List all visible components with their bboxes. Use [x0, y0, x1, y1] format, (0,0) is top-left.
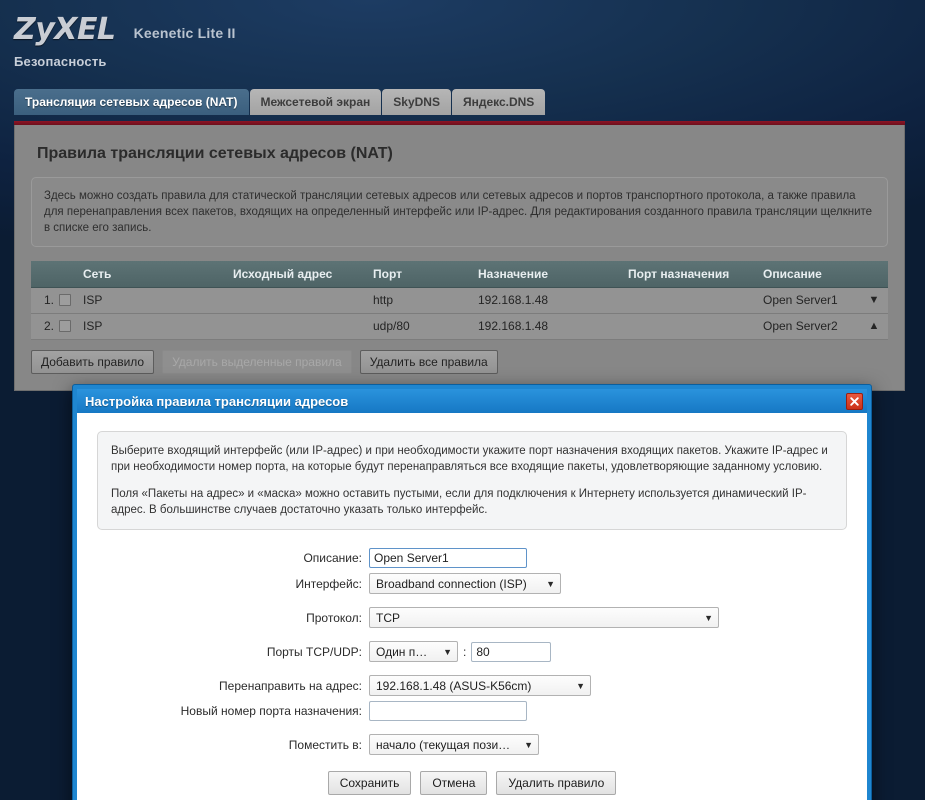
port-number-input[interactable] — [471, 641, 552, 662]
row-index-cell: 1. — [31, 287, 77, 314]
move-up-icon[interactable]: ▲ — [860, 313, 888, 340]
protocol-value: TCP — [376, 610, 400, 625]
interface-value: Broadband connection (ISP) — [376, 576, 527, 591]
nat-rule-form: Описание: Интерфейс: Broadband connectio… — [97, 548, 847, 795]
page-title: Безопасность — [14, 54, 107, 69]
th-port: Порт — [367, 261, 472, 288]
save-button[interactable]: Сохранить — [327, 771, 412, 795]
row-index-cell: 2. — [31, 313, 77, 340]
nat-rule-dialog: Настройка правила трансляции адресов Выб… — [72, 384, 872, 800]
interface-select[interactable]: Broadband connection (ISP) ▼ — [369, 573, 561, 594]
chevron-down-icon: ▼ — [524, 739, 533, 750]
row-network: ISP — [77, 313, 227, 340]
description-label: Описание: — [303, 551, 362, 565]
dialog-info-text: Выберите входящий интерфейс (или IP-адре… — [97, 431, 847, 530]
field-row-redirect: Перенаправить на адрес: 192.168.1.48 (AS… — [97, 675, 847, 696]
field-row-newport: Новый номер порта назначения: — [97, 701, 847, 721]
add-rule-button[interactable]: Добавить правило — [31, 349, 155, 374]
row-destination: 192.168.1.48 — [472, 313, 622, 340]
field-row-ports: Порты TCP/UDP: Один порт ▼ : — [97, 641, 847, 662]
th-description: Описание — [757, 261, 860, 288]
field-row-description: Описание: — [97, 548, 847, 568]
field-row-interface: Интерфейс: Broadband connection (ISP) ▼ — [97, 573, 847, 594]
app-header: ZyXEL Keenetic Lite II — [0, 0, 925, 52]
tab-underline — [14, 121, 905, 125]
th-source: Исходный адрес — [227, 261, 367, 288]
zyxel-logo: ZyXEL — [14, 12, 116, 47]
row-index: 1. — [43, 293, 54, 307]
field-row-protocol: Протокол: TCP ▼ — [97, 607, 847, 628]
row-description: Open Server1 — [757, 287, 860, 314]
tab-firewall[interactable]: Межсетевой экран — [249, 89, 382, 115]
table-row[interactable]: 2. ISP udp/80 192.168.1.48 Open Server2 … — [31, 313, 888, 340]
tab-skydns[interactable]: SkyDNS — [382, 89, 451, 115]
nat-rules-table: Сеть Исходный адрес Порт Назначение Порт… — [31, 261, 888, 340]
chevron-down-icon: ▼ — [546, 578, 555, 589]
row-port: http — [367, 287, 472, 314]
row-port: udp/80 — [367, 313, 472, 340]
place-select[interactable]: начало (текущая позиция) ▼ — [369, 734, 539, 755]
place-value: начало (текущая позиция) — [376, 737, 515, 752]
tab-bar: Трансляция сетевых адресов (NAT) Межсете… — [14, 89, 925, 115]
table-row[interactable]: 1. ISP http 192.168.1.48 Open Server1 ▼ — [31, 287, 888, 314]
panel-actions: Добавить правило Удалить выделенные прав… — [31, 349, 888, 374]
th-destination: Назначение — [472, 261, 622, 288]
description-input[interactable] — [369, 548, 527, 568]
cancel-button[interactable]: Отмена — [420, 771, 488, 795]
delete-all-rules-button[interactable]: Удалить все правила — [359, 349, 498, 374]
row-checkbox[interactable] — [59, 294, 71, 306]
table-header: Сеть Исходный адрес Порт Назначение Порт… — [31, 261, 888, 288]
nat-panel: Правила трансляции сетевых адресов (NAT)… — [14, 125, 905, 391]
dialog-actions: Сохранить Отмена Удалить правило — [97, 771, 847, 795]
port-type-value: Один порт — [376, 644, 434, 659]
panel-title: Правила трансляции сетевых адресов (NAT) — [37, 145, 393, 162]
redirect-address-select[interactable]: 192.168.1.48 (ASUS-K56cm) ▼ — [369, 675, 591, 696]
dialog-body: Выберите входящий интерфейс (или IP-адре… — [77, 413, 867, 800]
redirect-address-value: 192.168.1.48 (ASUS-K56cm) — [376, 678, 532, 693]
ports-separator: : — [463, 644, 467, 659]
chevron-down-icon: ▼ — [443, 646, 452, 657]
dialog-info-paragraph-2: Поля «Пакеты на адрес» и «маска» можно о… — [111, 488, 807, 516]
row-source — [227, 313, 367, 340]
device-model: Keenetic Lite II — [133, 25, 236, 41]
row-dest-port — [622, 287, 757, 314]
th-dest-port: Порт назначения — [622, 261, 757, 288]
chevron-down-icon: ▼ — [576, 680, 585, 691]
table-body: 1. ISP http 192.168.1.48 Open Server1 ▼ … — [31, 287, 888, 340]
ports-label: Порты TCP/UDP: — [266, 644, 362, 659]
row-network: ISP — [77, 287, 227, 314]
tab-yandexdns[interactable]: Яндекс.DNS — [451, 89, 546, 115]
new-port-label: Новый номер порта назначения: — [180, 704, 362, 718]
th-index — [31, 261, 77, 288]
tab-nat[interactable]: Трансляция сетевых адресов (NAT) — [14, 89, 249, 115]
port-type-select[interactable]: Один порт ▼ — [369, 641, 458, 662]
th-network: Сеть — [77, 261, 227, 288]
redirect-label: Перенаправить на адрес: — [219, 678, 362, 693]
row-destination: 192.168.1.48 — [472, 287, 622, 314]
row-source — [227, 287, 367, 314]
chevron-down-icon: ▼ — [704, 612, 713, 623]
close-icon[interactable] — [846, 392, 863, 410]
new-port-input[interactable] — [369, 701, 527, 721]
interface-label: Интерфейс: — [295, 576, 362, 591]
row-description: Open Server2 — [757, 313, 860, 340]
dialog-info-paragraph-1: Выберите входящий интерфейс (или IP-адре… — [111, 445, 828, 473]
row-index: 2. — [43, 319, 54, 333]
row-checkbox[interactable] — [59, 320, 71, 332]
panel-info-text: Здесь можно создать правила для статичес… — [31, 177, 888, 247]
move-down-icon[interactable]: ▼ — [860, 287, 888, 314]
row-dest-port — [622, 313, 757, 340]
th-order — [860, 261, 888, 288]
place-label: Поместить в: — [288, 737, 362, 752]
protocol-label: Протокол: — [306, 610, 362, 625]
field-row-place: Поместить в: начало (текущая позиция) ▼ — [97, 734, 847, 755]
dialog-titlebar: Настройка правила трансляции адресов — [77, 389, 867, 413]
dialog-title: Настройка правила трансляции адресов — [85, 393, 349, 409]
delete-selected-rules-button: Удалить выделенные правила — [162, 349, 352, 374]
protocol-select[interactable]: TCP ▼ — [369, 607, 719, 628]
delete-rule-button[interactable]: Удалить правило — [496, 771, 617, 795]
